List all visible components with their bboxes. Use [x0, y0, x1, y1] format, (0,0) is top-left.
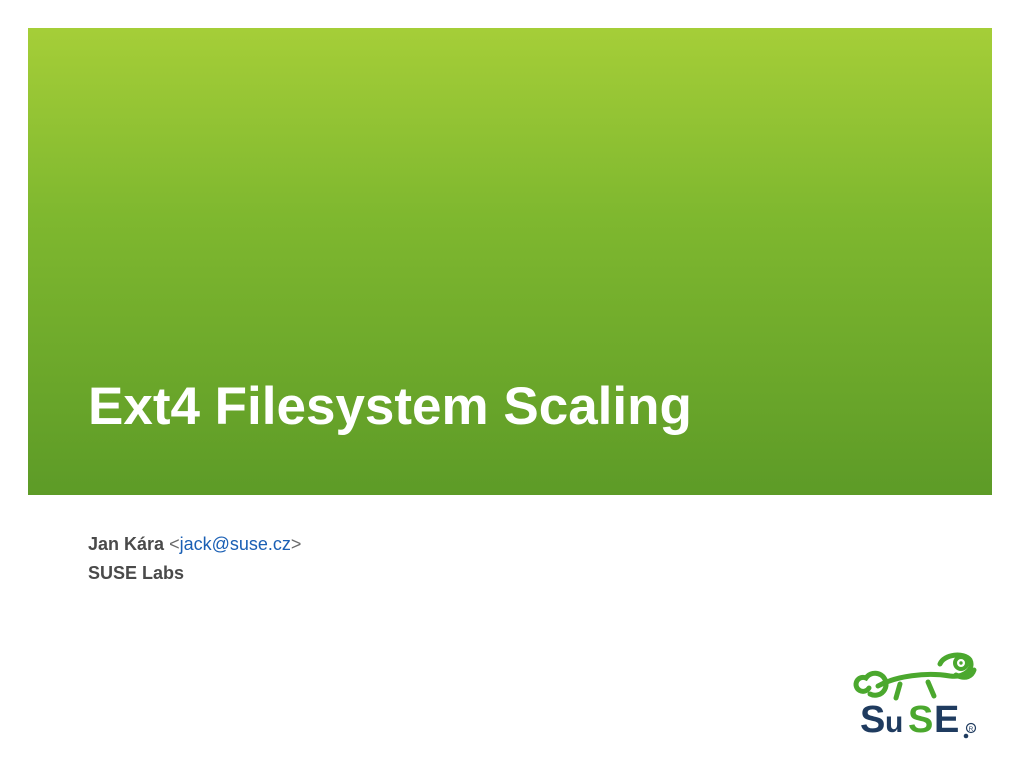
- author-name: Jan Kára: [88, 534, 164, 554]
- slide-title: Ext4 Filesystem Scaling: [88, 376, 692, 437]
- svg-text:E: E: [934, 699, 959, 741]
- bracket-open: <: [169, 534, 180, 554]
- author-line: Jan Kára <jack@suse.cz>: [88, 530, 301, 559]
- svg-text:R: R: [969, 726, 974, 733]
- suse-logo: S u S E R: [838, 646, 988, 741]
- author-org: SUSE Labs: [88, 559, 301, 588]
- author-block: Jan Kára <jack@suse.cz> SUSE Labs: [88, 530, 301, 588]
- svg-text:S: S: [860, 699, 885, 741]
- svg-text:u: u: [885, 706, 903, 739]
- author-email[interactable]: jack@suse.cz: [180, 534, 291, 554]
- suse-logo-icon: S u S E R: [838, 646, 988, 741]
- svg-text:S: S: [908, 699, 933, 741]
- title-banner: Ext4 Filesystem Scaling: [28, 28, 992, 495]
- bracket-close: >: [291, 534, 302, 554]
